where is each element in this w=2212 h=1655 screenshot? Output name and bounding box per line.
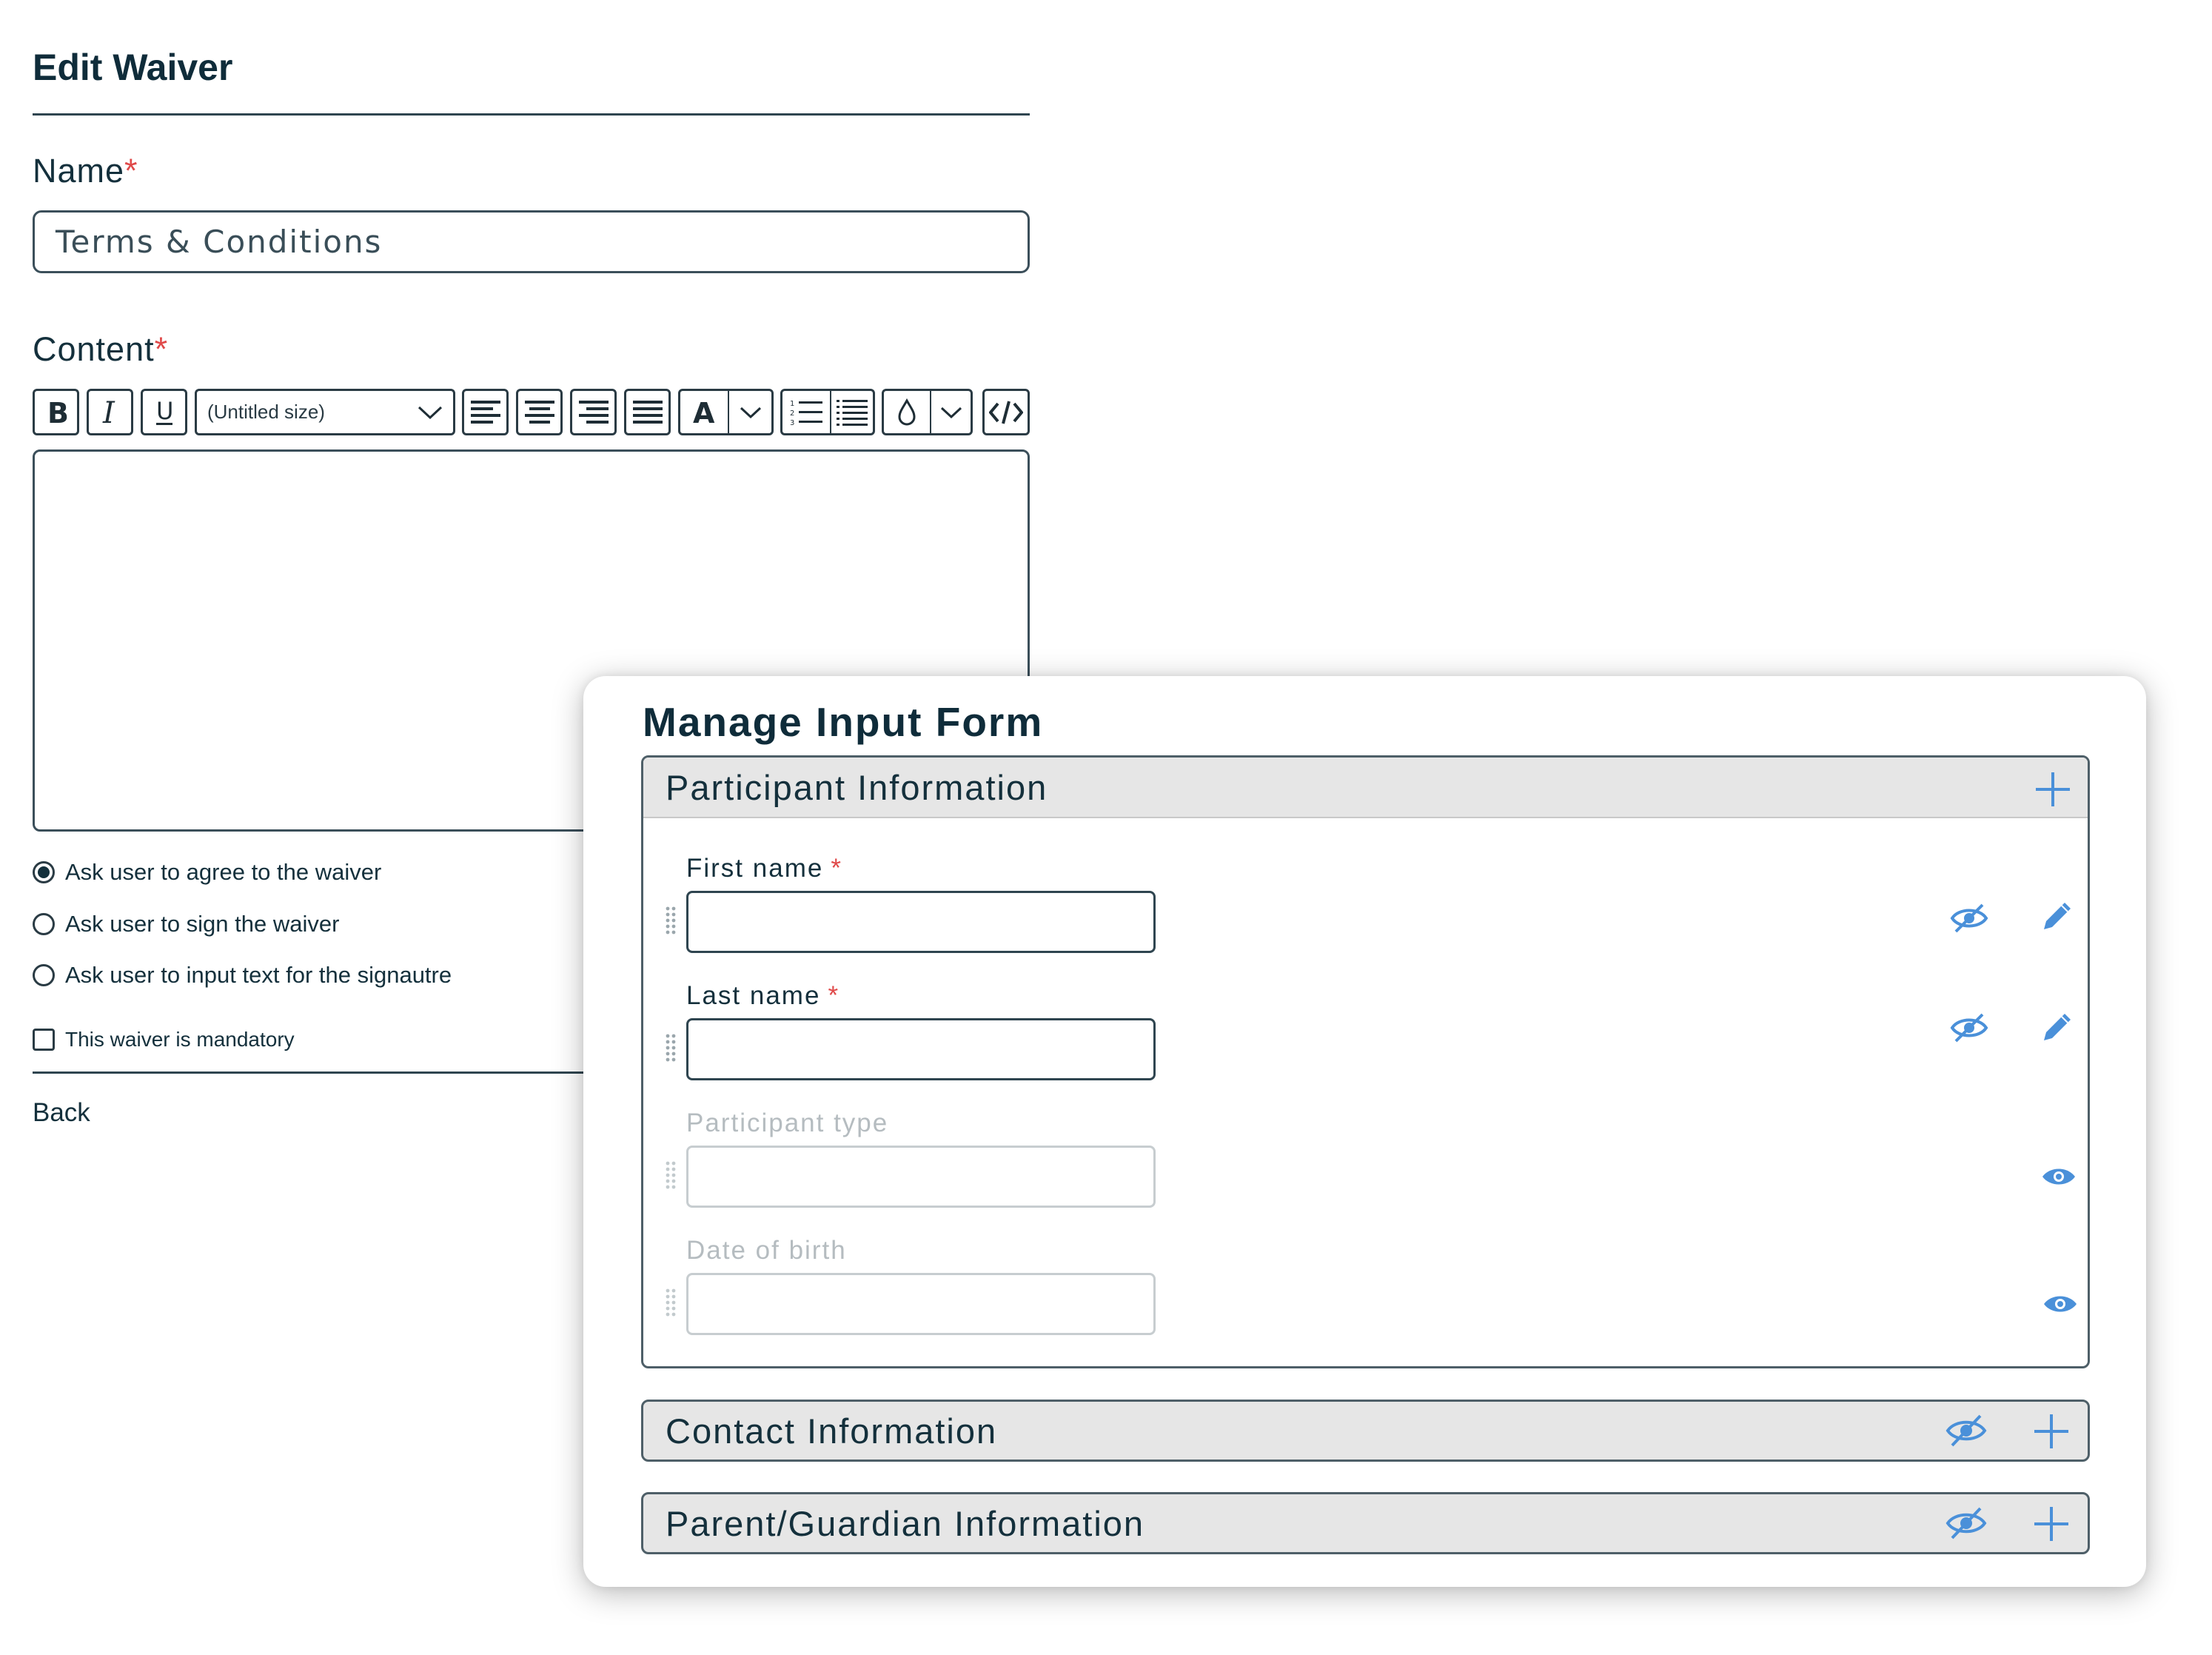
option-input-text-label: Ask user to input text for the signautre <box>65 962 452 988</box>
font-size-select[interactable]: (Untitled size) <box>195 389 455 435</box>
italic-button[interactable]: I <box>87 389 133 435</box>
svg-text:3: 3 <box>790 419 794 427</box>
underline-icon: U <box>155 398 173 425</box>
ordered-list-icon: 123 <box>790 400 822 427</box>
svg-text:2: 2 <box>790 409 794 418</box>
radio-input-text[interactable] <box>33 964 55 986</box>
drag-handle-icon[interactable] <box>666 1160 676 1193</box>
section-title: Parent/Guardian Information <box>666 1503 1145 1543</box>
eye-slash-icon[interactable] <box>1945 1413 1987 1448</box>
radio-agree[interactable] <box>33 861 55 883</box>
italic-icon: I <box>102 398 115 427</box>
field-participant-type-label: Participant type <box>686 1109 889 1137</box>
ordered-list-button[interactable]: 123 <box>782 391 830 433</box>
code-view-button[interactable] <box>982 389 1030 435</box>
required-mark: * <box>124 152 138 190</box>
name-input[interactable]: Terms & Conditions <box>33 210 1030 273</box>
field-first-name-input[interactable] <box>686 891 1156 953</box>
svg-text:U: U <box>156 398 173 425</box>
unordered-list-icon <box>837 399 868 426</box>
section-title: Participant Information <box>666 767 1048 807</box>
field-date-of-birth-input[interactable] <box>686 1273 1156 1335</box>
manage-input-form-dialog: Manage Input Form Participant Informatio… <box>583 676 2146 1587</box>
chevron-down-icon <box>740 407 761 418</box>
align-justify-icon <box>632 400 663 424</box>
align-center-button[interactable] <box>516 389 563 435</box>
highlight-drop-icon <box>898 398 916 425</box>
align-center-icon <box>524 400 554 424</box>
pencil-icon[interactable] <box>2040 898 2075 934</box>
field-last-name-label: Last name * <box>686 981 840 1010</box>
eye-slash-icon[interactable] <box>1950 902 1988 935</box>
section-parent-guardian-information[interactable]: Parent/Guardian Information <box>641 1492 2090 1554</box>
chevron-down-icon <box>940 407 962 418</box>
font-color-button[interactable]: A <box>680 391 728 433</box>
dialog-title: Manage Input Form <box>643 699 1044 745</box>
field-last-name-input[interactable] <box>686 1018 1156 1080</box>
drag-handle-icon[interactable] <box>666 906 676 938</box>
svg-text:B: B <box>47 398 67 427</box>
eye-slash-icon[interactable] <box>1945 1505 1987 1541</box>
code-view-icon <box>989 400 1023 424</box>
highlight-dropdown[interactable] <box>930 391 971 433</box>
required-mark: * <box>828 981 840 1010</box>
mandatory-label: This waiver is mandatory <box>65 1028 295 1051</box>
radio-sign[interactable] <box>33 913 55 935</box>
option-sign-label: Ask user to sign the waiver <box>65 911 340 937</box>
list-group: 123 <box>780 389 875 435</box>
align-left-icon <box>470 400 500 424</box>
name-label: Name* <box>33 152 138 190</box>
font-color-group: A <box>678 389 774 435</box>
mandatory-option[interactable]: This waiver is mandatory <box>33 1028 295 1051</box>
align-justify-button[interactable] <box>624 389 671 435</box>
section-title: Contact Information <box>666 1411 998 1451</box>
chevron-down-icon <box>418 406 443 419</box>
font-color-icon: A <box>693 398 715 427</box>
option-input-text[interactable]: Ask user to input text for the signautre <box>33 962 452 989</box>
bold-button[interactable]: B <box>33 389 79 435</box>
option-sign[interactable]: Ask user to sign the waiver <box>33 911 339 937</box>
mandatory-checkbox[interactable] <box>33 1029 55 1051</box>
name-input-value: Terms & Conditions <box>56 224 383 260</box>
highlight-group <box>882 389 973 435</box>
eye-icon[interactable] <box>2042 1293 2078 1315</box>
section-participant-information: Participant Information First name * Last… <box>641 755 2090 1368</box>
content-label: Content* <box>33 330 169 368</box>
underline-button[interactable]: U <box>141 389 187 435</box>
back-link[interactable]: Back <box>33 1098 90 1128</box>
bold-icon: B <box>47 398 67 427</box>
font-size-value: (Untitled size) <box>207 401 325 423</box>
align-right-button[interactable] <box>570 389 617 435</box>
field-participant-type-input[interactable] <box>686 1146 1156 1208</box>
section-contact-information[interactable]: Contact Information <box>641 1400 2090 1462</box>
section-header[interactable]: Participant Information <box>643 758 2088 818</box>
eye-slash-icon[interactable] <box>1950 1012 1988 1044</box>
align-right-icon <box>578 400 609 424</box>
svg-text:I: I <box>102 398 115 427</box>
svg-text:1: 1 <box>790 400 794 408</box>
plus-icon[interactable] <box>2034 1414 2068 1448</box>
required-mark: * <box>154 330 169 368</box>
drag-handle-icon[interactable] <box>666 1288 676 1320</box>
unordered-list-button[interactable] <box>830 391 873 433</box>
option-agree[interactable]: Ask user to agree to the waiver <box>33 859 381 886</box>
page-title: Edit Waiver <box>33 47 233 88</box>
svg-text:A: A <box>693 398 715 427</box>
plus-icon[interactable] <box>2036 772 2070 806</box>
option-agree-label: Ask user to agree to the waiver <box>65 859 382 885</box>
highlight-button[interactable] <box>884 391 930 433</box>
align-left-button[interactable] <box>462 389 509 435</box>
font-color-dropdown[interactable] <box>728 391 771 433</box>
drag-handle-icon[interactable] <box>666 1033 676 1066</box>
field-date-of-birth-label: Date of birth <box>686 1236 847 1265</box>
eye-icon[interactable] <box>2041 1166 2077 1188</box>
title-divider <box>33 113 1030 116</box>
field-first-name-label: First name * <box>686 854 842 883</box>
required-mark: * <box>831 854 842 883</box>
plus-icon[interactable] <box>2034 1507 2068 1541</box>
pencil-icon[interactable] <box>2040 1009 2075 1045</box>
